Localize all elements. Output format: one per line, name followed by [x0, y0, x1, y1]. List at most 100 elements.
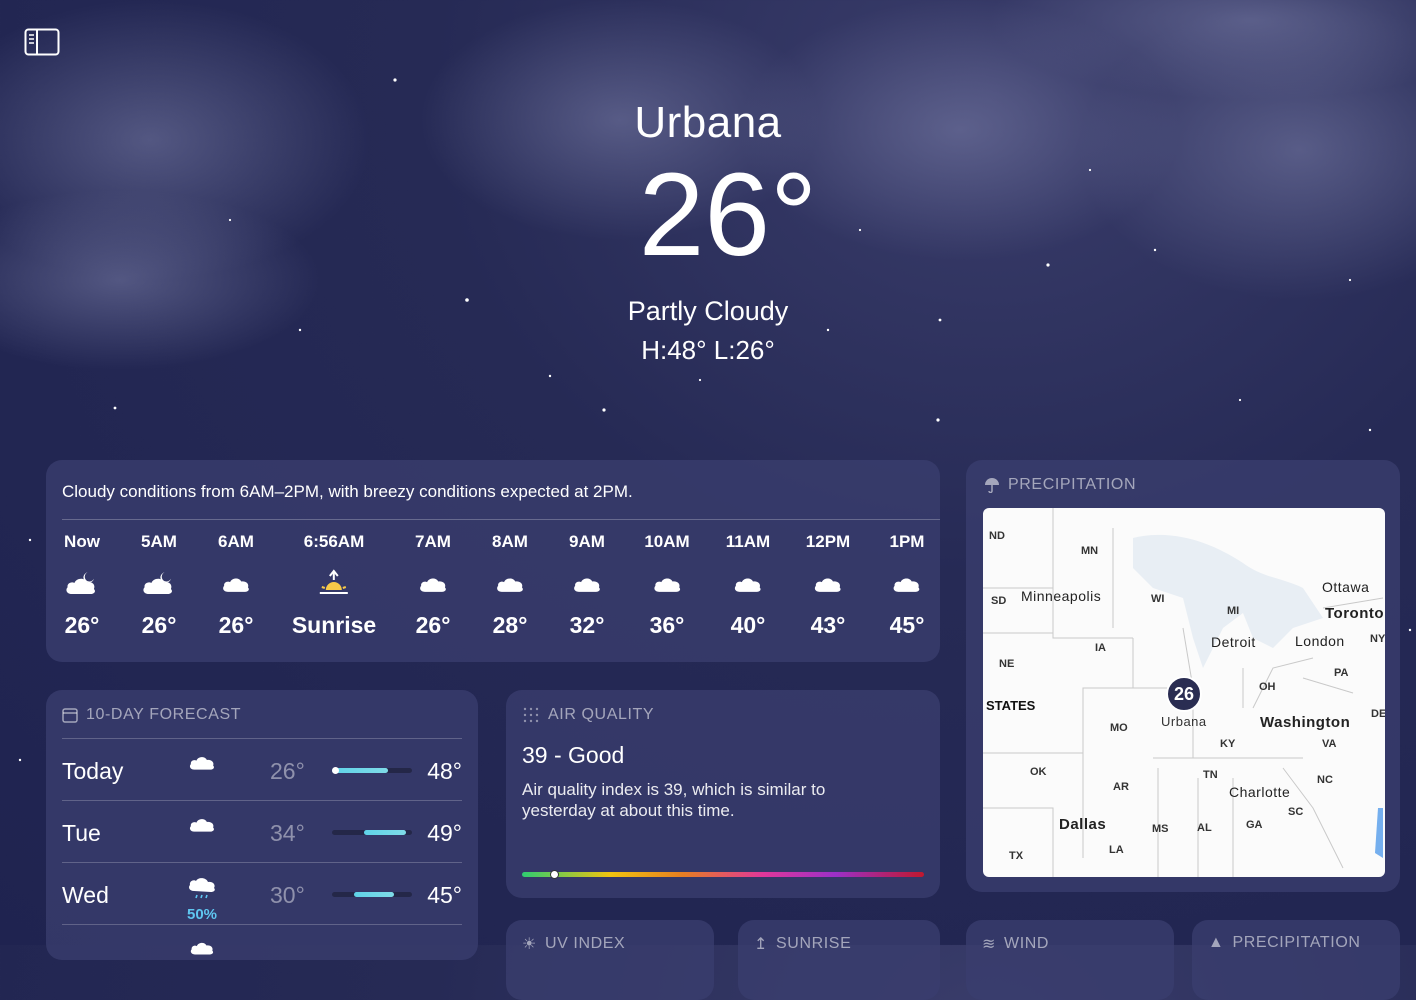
precipitation-map-card[interactable]: PRECIPITATION ND MN SD WI MI NE IA OH PA NY MO KY VA…: [966, 460, 1400, 892]
hour-label: Now: [64, 532, 100, 551]
hour-label: 10AM: [644, 532, 690, 551]
current-temperature: 26°: [638, 149, 818, 281]
day-high-temp: 45°: [427, 882, 462, 908]
day-high-temp: 49°: [427, 820, 462, 846]
precipitation-amount-title: PRECIPITATION: [1232, 934, 1361, 951]
hour-item: 1PM 45°: [890, 532, 925, 639]
air-quality-indicator: [550, 870, 560, 879]
hour-item: 10AM 36°: [644, 532, 689, 639]
state-label: MS: [1152, 823, 1169, 835]
state-label: LA: [1109, 844, 1124, 856]
hour-label: 9AM: [569, 532, 605, 551]
hour-temp: 32°: [569, 612, 605, 638]
cloud-icon: [182, 753, 222, 775]
cloud-icon: [890, 560, 925, 606]
state-label: TX: [1009, 850, 1024, 862]
forecast-day-row[interactable]: Tue 34° 49°: [62, 800, 462, 863]
hour-temp: 26°: [218, 612, 254, 638]
state-label: GA: [1246, 819, 1263, 831]
uv-index-title: UV INDEX: [544, 935, 626, 952]
cloud-icon: [644, 560, 689, 606]
umbrella-icon: [985, 478, 999, 493]
day-name: Wed: [62, 882, 109, 908]
hour-temp: Sunrise: [291, 612, 377, 638]
state-label: SD: [991, 595, 1007, 607]
forecast-day-row[interactable]: Today 26° 48°: [62, 738, 462, 801]
state-label: MN: [1081, 545, 1099, 557]
location-name: Urbana: [634, 98, 782, 147]
state-label: OH: [1259, 681, 1276, 693]
state-label: DE: [1371, 708, 1385, 720]
location-marker[interactable]: 26: [1166, 676, 1202, 712]
country-label: STATES: [986, 698, 1036, 713]
cloud-icon: [492, 560, 528, 606]
wind-card[interactable]: ≋ WIND: [966, 920, 1174, 1000]
air-quality-scale: [522, 870, 924, 879]
state-label: MI: [1227, 605, 1240, 617]
forecast-day-row[interactable]: [62, 924, 462, 987]
current-conditions: Urbana 26° Partly Cloudy H:48° L:26°: [0, 98, 1416, 366]
state-label: OK: [1030, 766, 1047, 778]
precipitation-title: PRECIPITATION: [1008, 476, 1137, 493]
hour-item: 7AM 26°: [415, 532, 451, 639]
hour-label: 12PM: [805, 532, 851, 551]
cloud-icon: [569, 560, 605, 606]
hour-temp: 26°: [415, 612, 451, 638]
cloud-icon: [182, 815, 222, 837]
hour-temp: 45°: [889, 612, 925, 638]
day-name: Tue: [62, 820, 101, 846]
state-label: PA: [1334, 667, 1349, 679]
forecast-day-row[interactable]: Wed 50% 30° 45°: [62, 862, 462, 925]
rain-cloud-icon: 50%: [182, 877, 222, 923]
uv-index-card[interactable]: ☀ UV INDEX: [506, 920, 714, 1000]
day-low-temp: 30°: [270, 882, 305, 908]
high-low-text: H:48° L:26°: [641, 335, 775, 365]
hour-temp: 28°: [492, 612, 528, 638]
ten-day-forecast-card[interactable]: 10-DAY FORECAST Today 26° 48° Tue 34° 49°…: [46, 690, 478, 960]
forecast-title: 10-DAY FORECAST: [86, 706, 242, 723]
card-header: 10-DAY FORECAST: [62, 706, 241, 724]
precipitation-amount-card[interactable]: ▲ PRECIPITATION: [1192, 920, 1400, 1000]
state-label: WI: [1151, 593, 1165, 605]
hourly-forecast-card[interactable]: Cloudy conditions from 6AM–2PM, with bre…: [46, 460, 940, 662]
cloud-icon: [806, 560, 850, 606]
sunrise-icon: [292, 560, 376, 606]
air-quality-icon: [523, 707, 539, 723]
air-quality-value: 39 - Good: [522, 742, 625, 768]
divider: [62, 519, 940, 520]
city-label: Ottawa: [1322, 579, 1370, 595]
card-header: AIR QUALITY: [522, 706, 654, 724]
state-label: MO: [1110, 722, 1128, 734]
temp-range-bar: [332, 767, 412, 774]
air-quality-card[interactable]: AIR QUALITY 39 - Good Air quality index …: [506, 690, 940, 898]
day-name: Today: [62, 758, 124, 784]
hour-temp: 43°: [810, 612, 846, 638]
city-label: Minneapolis: [1021, 588, 1102, 604]
state-label: NY: [1370, 633, 1385, 645]
sunrise-small-icon: ↥: [754, 936, 769, 953]
city-label: Toronto: [1325, 605, 1385, 622]
hour-temp: 36°: [649, 612, 685, 638]
hour-label: 8AM: [492, 532, 528, 551]
hour-item: 12PM 43°: [806, 532, 850, 639]
precipitation-map[interactable]: ND MN SD WI MI NE IA OH PA NY MO KY VA DE OK AR TN NC SC MS…: [983, 508, 1385, 877]
card-header: PRECIPITATION: [984, 476, 1136, 494]
hour-item: Now 26°: [64, 532, 100, 639]
marker-city-label: Urbana: [1161, 714, 1207, 729]
city-label: Washington: [1260, 714, 1351, 731]
cloud-icon: [726, 560, 770, 606]
sidebar-toggle-icon[interactable]: [24, 28, 60, 56]
hour-label: 6:56AM: [303, 532, 365, 551]
condition-text: Partly Cloudy: [627, 296, 789, 326]
cloud-icon: [218, 560, 254, 606]
hour-item: 5AM 26°: [141, 532, 177, 639]
wind-title: WIND: [1004, 935, 1050, 952]
current-temp-dot: [332, 767, 339, 774]
air-quality-description: Air quality index is 39, which is simila…: [522, 780, 826, 820]
hour-temp: 40°: [730, 612, 766, 638]
hour-item: 11AM 40°: [726, 532, 770, 639]
sunrise-card[interactable]: ↥ SUNRISE: [738, 920, 940, 1000]
city-label: Dallas: [1059, 816, 1107, 833]
hour-label: 6AM: [218, 532, 254, 551]
sunrise-title: SUNRISE: [776, 935, 852, 952]
